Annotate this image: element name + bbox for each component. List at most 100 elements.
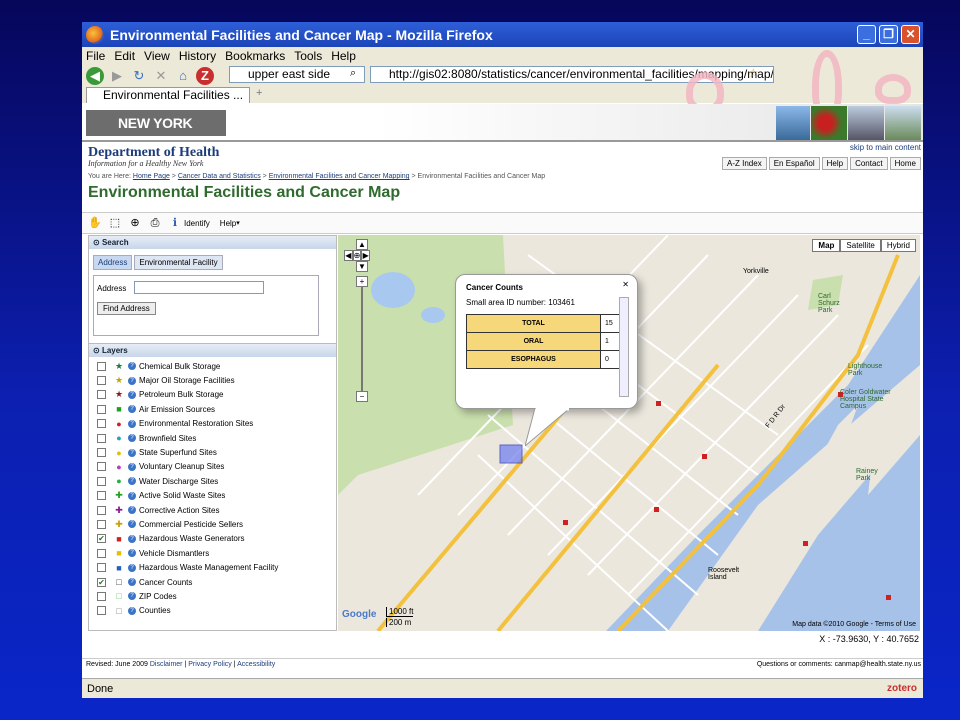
layer-checkbox[interactable] <box>97 491 106 501</box>
nav-en-espanol[interactable]: En Español <box>768 157 820 170</box>
map-type-hybrid[interactable]: Hybrid <box>880 239 916 252</box>
menu-tools[interactable]: Tools <box>294 49 322 63</box>
info-icon[interactable]: ℹ <box>168 216 182 230</box>
layer-checkbox[interactable] <box>97 448 106 458</box>
footer-accessibility[interactable]: Accessibility <box>237 661 275 668</box>
zoom-in-button[interactable]: + <box>356 276 368 287</box>
zoom-slider[interactable] <box>361 287 363 391</box>
help-icon[interactable]: ? <box>128 376 136 385</box>
map-attribution[interactable]: Map data ©2010 Google - Terms of Use <box>792 621 916 628</box>
help-icon[interactable]: ? <box>128 362 136 371</box>
zotero-icon[interactable]: Z <box>196 67 214 85</box>
layer-checkbox[interactable] <box>97 376 106 386</box>
layer-row[interactable]: ●? Voluntary Cleanup Sites <box>97 460 336 474</box>
layer-checkbox[interactable] <box>97 563 106 573</box>
find-address-button[interactable]: Find Address <box>97 302 156 315</box>
help-icon[interactable]: ? <box>128 434 136 443</box>
bookmark-star-icon[interactable]: ☆ <box>748 66 759 80</box>
layer-row[interactable]: ✚? Corrective Action Sites <box>97 503 336 517</box>
stop-icon[interactable]: ✕ <box>152 67 170 85</box>
layer-checkbox[interactable] <box>97 606 106 616</box>
close-button[interactable]: ✕ <box>901 25 920 44</box>
help-menu-button[interactable]: Help <box>220 219 236 228</box>
search-icon[interactable]: ⌕ <box>350 67 356 80</box>
contact-text[interactable]: Questions or comments: canmap@health.sta… <box>757 659 921 671</box>
zoom-full-icon[interactable]: ⊕ <box>128 216 142 230</box>
cancer-count-area[interactable] <box>499 444 523 464</box>
breadcrumb-env-mapping[interactable]: Environmental Facilities and Cancer Mapp… <box>269 173 410 180</box>
footer-privacy[interactable]: Privacy Policy <box>188 661 232 668</box>
address-input[interactable] <box>134 281 264 294</box>
help-icon[interactable]: ? <box>128 506 136 515</box>
home-icon[interactable]: ⌂ <box>174 67 192 85</box>
layer-checkbox[interactable] <box>97 390 106 400</box>
skip-link[interactable]: skip to main content <box>850 143 921 152</box>
popup-scrollbar[interactable] <box>619 297 629 397</box>
layer-row[interactable]: □? ZIP Codes <box>97 589 336 603</box>
pan-hand-icon[interactable]: ✋ <box>88 216 102 230</box>
tab-environmental-facility[interactable]: Environmental Facility <box>134 255 223 270</box>
map-view[interactable]: ▲ ◀ ⊕ ▶ ▼ + − Map Satellite Hybrid Yorkv… <box>338 235 920 631</box>
nav-contact[interactable]: Contact <box>850 157 888 170</box>
help-icon[interactable]: ? <box>128 563 136 572</box>
layer-row[interactable]: ★? Petroleum Bulk Storage <box>97 388 336 402</box>
close-icon[interactable]: ✕ <box>622 280 629 289</box>
print-icon[interactable]: ⎙ <box>148 216 162 230</box>
help-icon[interactable]: ? <box>128 520 136 529</box>
layer-row[interactable]: ■? Air Emission Sources <box>97 402 336 416</box>
layer-row[interactable]: ✔ □? Cancer Counts <box>97 575 336 589</box>
nav-home[interactable]: Home <box>889 157 921 170</box>
menu-edit[interactable]: Edit <box>114 49 135 63</box>
zoom-box-icon[interactable]: ⬚ <box>108 216 122 230</box>
menu-bookmarks[interactable]: Bookmarks <box>225 49 285 63</box>
layer-row[interactable]: ●? Water Discharge Sites <box>97 474 336 488</box>
layer-row[interactable]: ●? Environmental Restoration Sites <box>97 417 336 431</box>
layer-checkbox[interactable] <box>97 462 106 472</box>
layer-checkbox[interactable] <box>97 548 106 558</box>
menu-view[interactable]: View <box>144 49 170 63</box>
layer-checkbox[interactable] <box>97 505 106 515</box>
help-icon[interactable]: ? <box>128 534 136 543</box>
help-icon[interactable]: ? <box>128 419 136 428</box>
zotero-status[interactable]: zotero <box>887 679 917 698</box>
layer-checkbox[interactable] <box>97 476 106 486</box>
layer-checkbox[interactable] <box>97 591 106 601</box>
pan-down-icon[interactable]: ▼ <box>356 261 368 272</box>
layer-row[interactable]: ●? Brownfield Sites <box>97 431 336 445</box>
layer-checkbox[interactable] <box>97 519 106 529</box>
tab-address[interactable]: Address <box>93 255 133 270</box>
reload-icon[interactable]: ↻ <box>130 67 148 85</box>
menu-file[interactable]: File <box>86 49 105 63</box>
browser-tab[interactable]: Environmental Facilities ... <box>86 87 250 103</box>
help-icon[interactable]: ? <box>128 491 136 500</box>
layer-row[interactable]: ✚? Commercial Pesticide Sellers <box>97 517 336 531</box>
back-icon[interactable]: ◀ <box>86 67 104 85</box>
identify-button[interactable]: Identify <box>184 219 210 228</box>
search-panel-header[interactable]: ⊙ Search <box>89 236 336 249</box>
help-icon[interactable]: ? <box>128 592 136 601</box>
layers-panel-header[interactable]: ⊙ Layers <box>89 344 336 357</box>
layer-row[interactable]: ■? Vehicle Dismantlers <box>97 546 336 560</box>
map-type-map[interactable]: Map <box>812 239 841 252</box>
layer-checkbox[interactable] <box>97 404 106 414</box>
help-icon[interactable]: ? <box>128 405 136 414</box>
layer-checkbox[interactable] <box>97 433 106 443</box>
zoom-out-button[interactable]: − <box>356 391 368 402</box>
help-icon[interactable]: ? <box>128 462 136 471</box>
layer-checkbox[interactable]: ✔ <box>97 534 106 544</box>
new-tab-icon[interactable]: + <box>256 87 262 99</box>
layer-checkbox[interactable] <box>97 419 106 429</box>
layer-checkbox[interactable]: ✔ <box>97 577 106 587</box>
nav-help[interactable]: Help <box>821 157 849 170</box>
pan-right-icon[interactable]: ▶ <box>361 250 370 261</box>
maximize-button[interactable]: ❐ <box>879 25 898 44</box>
help-icon[interactable]: ? <box>128 578 136 587</box>
minimize-button[interactable]: _ <box>857 25 876 44</box>
menu-help[interactable]: Help <box>331 49 356 63</box>
chevron-down-icon[interactable]: ▾ <box>236 219 240 227</box>
layer-row[interactable]: ★? Chemical Bulk Storage <box>97 359 336 373</box>
search-input[interactable]: upper east side <box>229 66 365 83</box>
breadcrumb-home[interactable]: Home Page <box>133 173 170 180</box>
help-icon[interactable]: ? <box>128 390 136 399</box>
layer-row[interactable]: □? Counties <box>97 604 336 618</box>
